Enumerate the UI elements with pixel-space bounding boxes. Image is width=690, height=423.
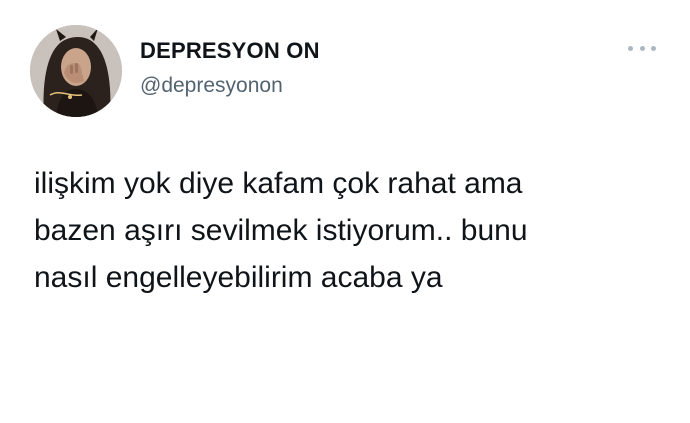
profile-photo-icon xyxy=(30,25,122,117)
display-name[interactable]: DEPRESYON ON xyxy=(140,38,320,64)
avatar[interactable] xyxy=(30,25,122,117)
dot xyxy=(651,45,656,51)
dot xyxy=(639,45,645,51)
tweet-text: ilişkim yok diye kafam çok rahat ama baz… xyxy=(34,167,528,294)
user-handle[interactable]: @depresyonon xyxy=(140,74,283,98)
more-options-icon[interactable] xyxy=(628,42,656,54)
tweet-card: DEPRESYON ON @depresyonon ilişkim yok di… xyxy=(0,0,690,423)
dot xyxy=(628,45,633,51)
